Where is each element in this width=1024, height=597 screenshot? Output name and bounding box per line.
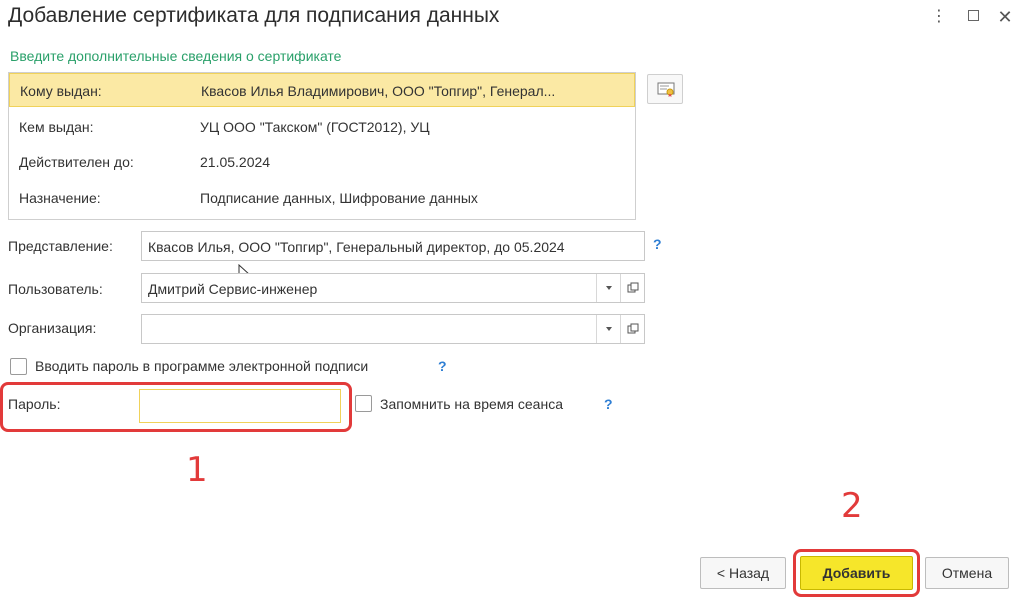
more-actions-icon[interactable]: ⋮: [928, 6, 950, 28]
cert-row-key: Кому выдан:: [20, 83, 102, 99]
representation-input[interactable]: Квасов Илья, ООО "Топгир", Генеральный д…: [141, 231, 645, 261]
organization-select[interactable]: [141, 314, 645, 344]
cert-row-valid-until[interactable]: Действителен до: 21.05.2024: [9, 145, 635, 179]
representation-label: Представление:: [8, 238, 113, 254]
remember-session-help-icon[interactable]: ?: [604, 396, 613, 412]
organization-dropdown-button[interactable]: [596, 315, 620, 343]
callout-number-two: 2: [841, 486, 863, 526]
enter-password-help-icon[interactable]: ?: [438, 358, 447, 374]
cert-row-issued-by[interactable]: Кем выдан: УЦ ООО "Такском" (ГОСТ2012), …: [9, 110, 635, 144]
window-title: Добавление сертификата для подписания да…: [8, 4, 500, 27]
enter-password-in-app-checkbox[interactable]: [10, 358, 27, 375]
remember-session-label: Запомнить на время сеанса: [380, 396, 563, 412]
user-dropdown-button[interactable]: [596, 274, 620, 302]
representation-help-icon[interactable]: ?: [653, 236, 662, 252]
certificate-info-box: Кому выдан: Квасов Илья Владимирович, ОО…: [8, 72, 636, 220]
open-certificate-button[interactable]: [647, 74, 683, 104]
cert-row-purpose[interactable]: Назначение: Подписание данных, Шифровани…: [9, 181, 635, 215]
cert-row-value: УЦ ООО "Такском" (ГОСТ2012), УЦ: [200, 119, 430, 135]
user-select-value: Дмитрий Сервис-инженер: [148, 281, 318, 297]
back-button[interactable]: < Назад: [700, 557, 786, 589]
enter-password-in-app-label: Вводить пароль в программе электронной п…: [35, 358, 369, 374]
remember-session-checkbox[interactable]: [355, 395, 372, 412]
close-icon[interactable]: ✕: [994, 6, 1016, 28]
cert-row-key: Назначение:: [19, 190, 101, 206]
cert-row-value: Квасов Илья Владимирович, ООО "Топгир", …: [201, 83, 556, 99]
cert-row-value: Подписание данных, Шифрование данных: [200, 190, 478, 206]
maximize-icon[interactable]: [962, 6, 984, 28]
user-select[interactable]: Дмитрий Сервис-инженер: [141, 273, 645, 303]
certificate-icon: [657, 82, 675, 97]
user-label: Пользователь:: [8, 281, 103, 297]
open-form-icon: [627, 323, 639, 334]
section-label: Введите дополнительные сведения о сертиф…: [10, 48, 342, 64]
open-form-icon: [627, 282, 639, 293]
cert-row-key: Действителен до:: [19, 154, 134, 170]
user-open-button[interactable]: [620, 274, 644, 302]
organization-label: Организация:: [8, 320, 97, 336]
password-input[interactable]: [139, 389, 341, 423]
cert-row-value: 21.05.2024: [200, 154, 271, 170]
cancel-button[interactable]: Отмена: [925, 557, 1009, 589]
cert-row-key: Кем выдан:: [19, 119, 94, 135]
cert-row-issued-to[interactable]: Кому выдан: Квасов Илья Владимирович, ОО…: [9, 73, 635, 107]
password-label: Пароль:: [8, 396, 61, 412]
add-button[interactable]: Добавить: [800, 556, 913, 590]
callout-number-one: 1: [186, 450, 208, 490]
organization-open-button[interactable]: [620, 315, 644, 343]
